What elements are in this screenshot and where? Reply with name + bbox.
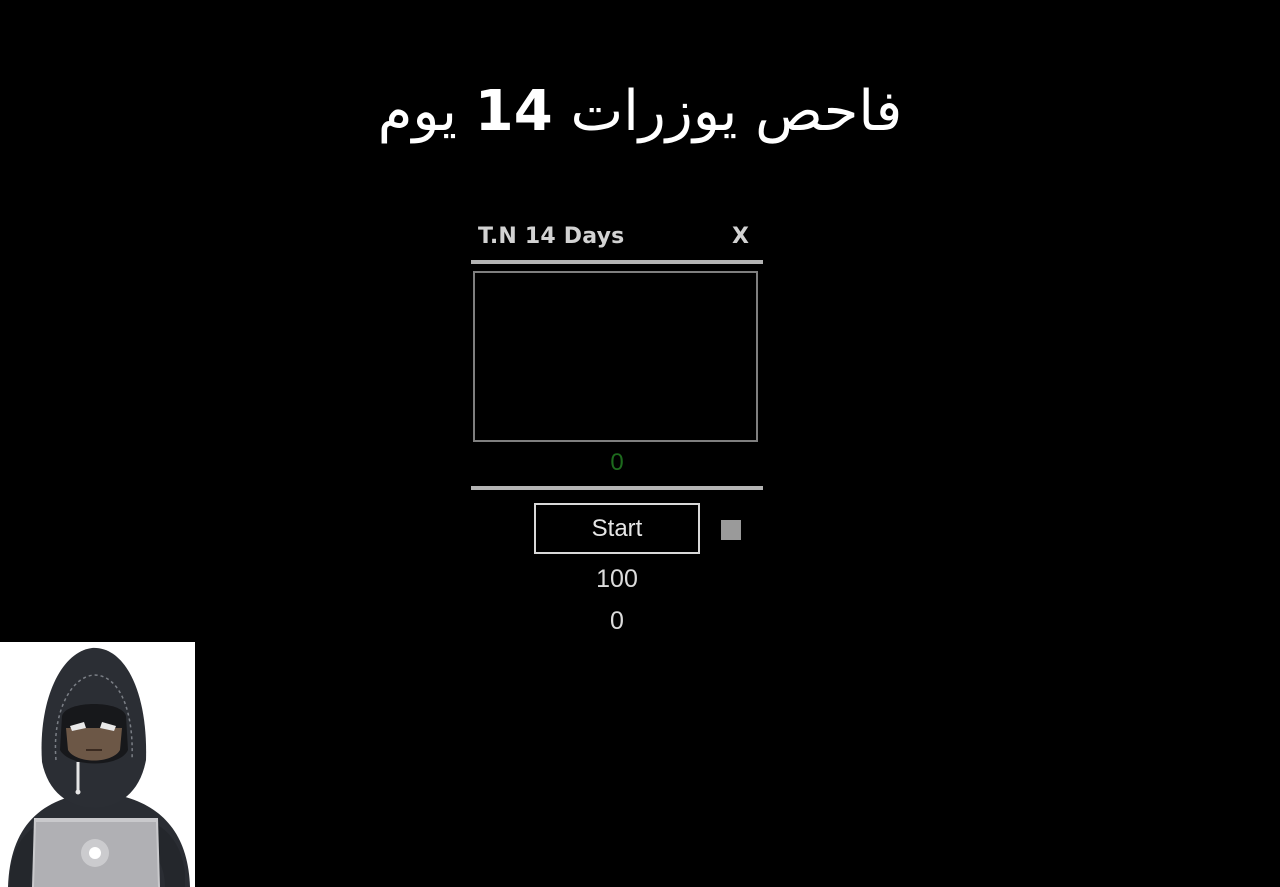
app-title: T.N 14 Days (478, 224, 625, 249)
close-button[interactable]: X (732, 224, 749, 249)
checked-count: 0 (610, 607, 624, 635)
thread-count[interactable]: 100 (470, 565, 764, 594)
top-divider (471, 260, 763, 264)
hooded-hacker-laptop-icon (0, 642, 195, 887)
banner-title-prefix: فاحص يوزرات (552, 79, 903, 144)
start-button[interactable]: Start (534, 503, 700, 554)
option-checkbox[interactable] (721, 520, 741, 540)
banner-title-number: 14 (474, 79, 553, 144)
banner-title: فاحص يوزرات 14 يوم (330, 72, 950, 152)
checker-window: T.N 14 Days X 0 Start 100 0 (470, 215, 764, 645)
found-count: 0 (610, 449, 624, 476)
bottom-divider (471, 486, 763, 490)
results-textbox[interactable] (473, 271, 758, 442)
hacker-illustration (8, 647, 190, 887)
banner-title-suffix: يوم (377, 79, 475, 144)
title-bar[interactable]: T.N 14 Days X (470, 215, 764, 259)
